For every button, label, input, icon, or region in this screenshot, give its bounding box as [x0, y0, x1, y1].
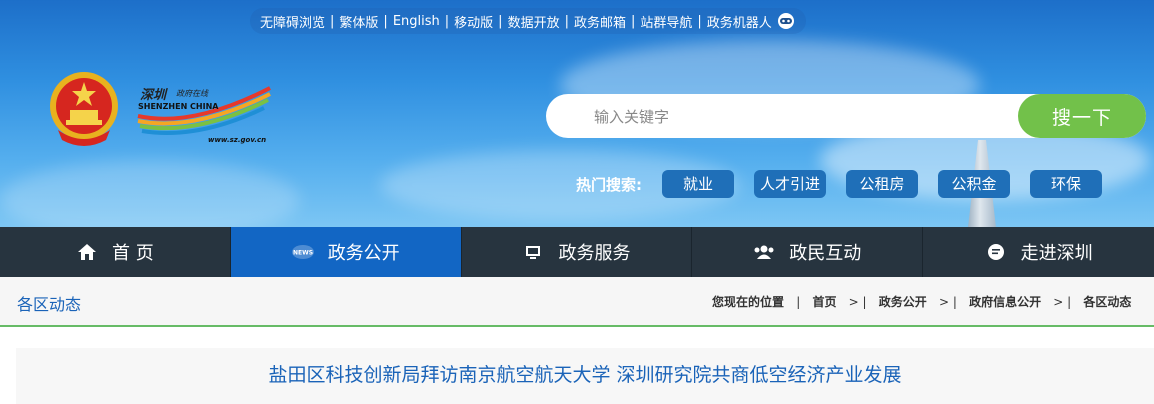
top-utility-bar: 无障碍浏览 | 繁体版 | English | 移动版 | 数据开放 | 政务邮… — [250, 8, 806, 34]
breadcrumb-separator: | — [796, 295, 801, 309]
separator: | — [444, 13, 450, 29]
breadcrumb-prefix: 您现在的位置 — [712, 295, 785, 309]
people-icon — [753, 241, 775, 263]
national-emblem-logo[interactable] — [48, 70, 120, 148]
separator: | — [564, 13, 569, 29]
nav-about-shenzhen-label: 走进深圳 — [1020, 243, 1093, 264]
nav-interaction-label: 政民互动 — [789, 243, 862, 264]
logo-chinese-text: 深圳 — [140, 88, 167, 103]
accessibility-link[interactable]: 无障碍浏览 — [260, 12, 325, 31]
breadcrumb-district-news[interactable]: 各区动态 — [1083, 295, 1131, 309]
breadcrumb-arrow: > | — [1053, 295, 1072, 309]
header-banner: 无障碍浏览 | 繁体版 | English | 移动版 | 数据开放 | 政务邮… — [0, 0, 1154, 227]
breadcrumb-home[interactable]: 首页 — [812, 295, 836, 309]
monitor-icon — [522, 241, 544, 263]
breadcrumb-arrow: > | — [848, 295, 867, 309]
article-header: 盐田区科技创新局拜访南京航空航天大学 深圳研究院共商低空经济产业发展 — [16, 348, 1154, 404]
article-title: 盐田区科技创新局拜访南京航空航天大学 深圳研究院共商低空经济产业发展 — [268, 364, 902, 386]
breadcrumb-gov-affairs[interactable]: 政务公开 — [879, 295, 927, 309]
section-header-bar: 各区动态 您现在的位置 | 首页 > | 政务公开 > | 政府信息公开 > |… — [0, 277, 1154, 327]
nav-gov-services-label: 政务服务 — [558, 243, 631, 264]
separator: | — [330, 13, 335, 29]
gov-robot-link[interactable]: 政务机器人 — [707, 12, 772, 31]
svg-text:NEWS: NEWS — [293, 250, 313, 257]
separator: | — [383, 13, 388, 29]
mobile-link[interactable]: 移动版 — [454, 12, 493, 31]
open-data-link[interactable]: 数据开放 — [508, 12, 560, 31]
separator: | — [630, 13, 636, 29]
hot-tag-environment[interactable]: 环保 — [1030, 170, 1102, 198]
search-input[interactable] — [592, 94, 1036, 140]
hot-tag-housing-fund[interactable]: 公积金 — [938, 170, 1010, 198]
search-box: 搜一下 — [546, 94, 1146, 140]
robot-icon[interactable] — [776, 12, 796, 30]
main-navigation: 首 页 NEWS 政务公开 政务服务 政民互动 走进深圳 — [0, 227, 1154, 277]
nav-about-shenzhen[interactable]: 走进深圳 — [923, 227, 1154, 277]
news-icon: NEWS — [291, 241, 314, 263]
breadcrumb: 您现在的位置 | 首页 > | 政务公开 > | 政府信息公开 > | 各区动态 — [712, 293, 1131, 310]
logo-url-text: www.sz.gov.cn — [208, 136, 267, 144]
hot-searches: 热门搜索: 就业 人才引进 公租房 公积金 环保 — [576, 170, 1122, 198]
hot-search-label: 热门搜索: — [576, 175, 642, 194]
separator: | — [498, 13, 503, 29]
separator: | — [697, 13, 702, 29]
hot-tag-employment[interactable]: 就业 — [662, 170, 734, 198]
english-link[interactable]: English — [393, 14, 440, 29]
hot-tag-public-housing[interactable]: 公租房 — [846, 170, 918, 198]
hot-tag-talent[interactable]: 人才引进 — [754, 170, 826, 198]
nav-gov-services[interactable]: 政务服务 — [462, 227, 693, 277]
shenzhen-gov-logo[interactable]: 深圳 政府在线 SHENZHEN CHINA www.sz.gov.cn — [132, 82, 272, 146]
traditional-chinese-link[interactable]: 繁体版 — [339, 12, 378, 31]
site-navigation-link[interactable]: 站群导航 — [640, 12, 692, 31]
nav-gov-affairs[interactable]: NEWS 政务公开 — [230, 227, 462, 277]
nav-interaction[interactable]: 政民互动 — [692, 227, 924, 277]
breadcrumb-arrow: > | — [938, 295, 957, 309]
nav-gov-affairs-label: 政务公开 — [327, 243, 400, 264]
search-button[interactable]: 搜一下 — [1018, 94, 1146, 138]
section-title: 各区动态 — [17, 295, 82, 314]
cloud-decoration — [0, 160, 300, 227]
nav-home-label: 首 页 — [112, 243, 154, 264]
logo-tagline-text: 政府在线 — [176, 89, 208, 98]
logo-english-text: SHENZHEN CHINA — [138, 102, 219, 111]
home-icon — [76, 241, 98, 263]
gov-mail-link[interactable]: 政务邮箱 — [574, 12, 626, 31]
chat-icon — [985, 241, 1007, 263]
breadcrumb-info-disclosure[interactable]: 政府信息公开 — [969, 295, 1041, 309]
nav-home[interactable]: 首 页 — [0, 227, 231, 277]
